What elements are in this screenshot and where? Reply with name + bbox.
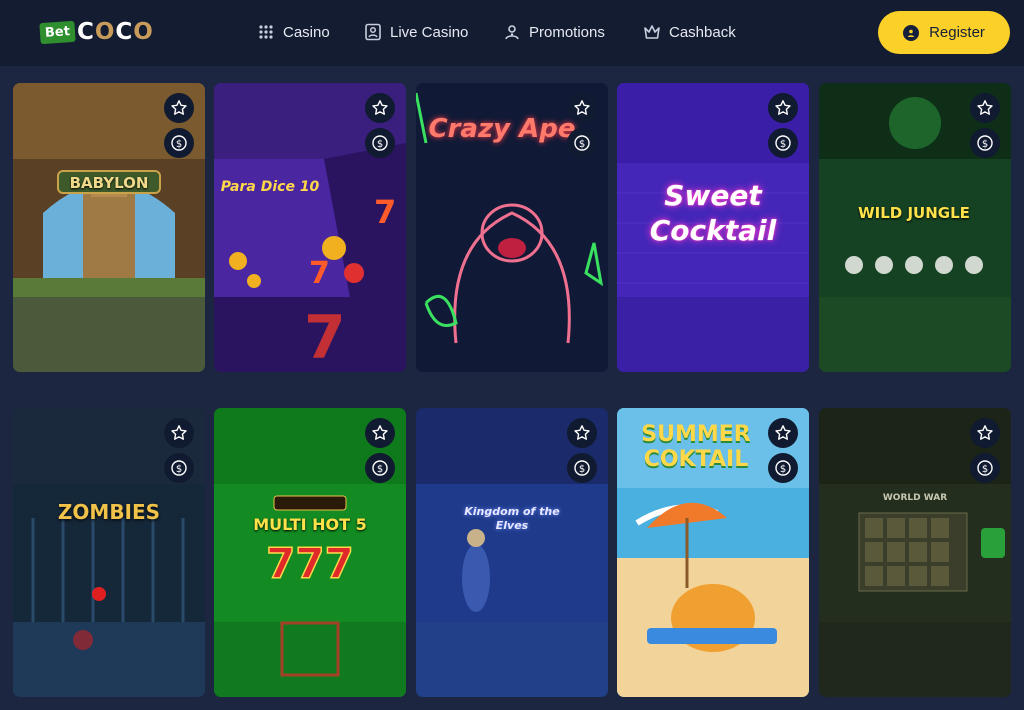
game-title-summer-coktail: SUMMER COKTAIL	[641, 422, 751, 473]
users-icon	[505, 25, 519, 40]
real-money-button[interactable]: $	[164, 128, 194, 158]
svg-text:7: 7	[309, 256, 330, 291]
id-card-icon	[365, 23, 381, 41]
favorite-button[interactable]	[365, 93, 395, 123]
game-title-kingdom-elves: Kingdom of the Elves	[464, 505, 560, 532]
nav-cashback-label: Cashback	[669, 23, 736, 41]
game-title-sweet-cocktail: Sweet Cocktail	[649, 179, 777, 247]
game-title-multi-hot-5: MULTI HOT 5	[253, 515, 367, 534]
nav-promotions[interactable]: Promotions	[503, 20, 605, 44]
star-icon	[775, 100, 791, 115]
favorite-button[interactable]	[768, 418, 798, 448]
star-icon	[574, 100, 590, 115]
dollar-coin-icon: $	[775, 460, 791, 476]
game-title-para-dice: Para Dice 10	[220, 179, 320, 195]
dollar-coin-icon: $	[775, 135, 791, 151]
real-money-button[interactable]: $	[567, 453, 597, 483]
svg-text:7: 7	[374, 193, 396, 231]
star-icon	[372, 425, 388, 440]
svg-text:$: $	[780, 464, 786, 475]
dollar-coin-icon: $	[372, 135, 388, 151]
game-card-zombies[interactable]: ZOMBIES $	[13, 408, 205, 697]
game-art-multi-hot-5: 777	[214, 408, 406, 697]
dollar-coin-icon: $	[171, 460, 187, 476]
user-circle-icon	[903, 24, 920, 41]
logo-wordmark: COCO	[76, 19, 154, 45]
game-title-world-war: WORLD WAR	[882, 493, 948, 503]
register-button[interactable]: Register	[878, 11, 1010, 54]
nav-casino-label: Casino	[283, 23, 330, 41]
game-title-wild-jungle: WILD JUNGLE	[858, 204, 970, 222]
game-art-world-war	[819, 408, 1011, 697]
favorite-button[interactable]	[164, 93, 194, 123]
svg-text:$: $	[579, 139, 585, 150]
star-icon	[372, 100, 388, 115]
dollar-coin-icon: $	[574, 460, 590, 476]
game-card-wild-jungle[interactable]: WILD JUNGLE $	[819, 83, 1011, 372]
star-icon	[775, 425, 791, 440]
game-art-babylon	[13, 83, 205, 372]
svg-text:$: $	[982, 139, 988, 150]
dollar-coin-icon: $	[372, 460, 388, 476]
real-money-button[interactable]: $	[365, 453, 395, 483]
star-icon	[977, 425, 993, 440]
svg-text:$: $	[377, 464, 383, 475]
game-card-para-dice-10[interactable]: 7 7 7 Para Dice 10 $	[214, 83, 406, 372]
svg-text:$: $	[780, 139, 786, 150]
nav-casino[interactable]: Casino	[257, 20, 330, 44]
game-card-summer-coktail[interactable]: SUMMER COKTAIL $	[617, 408, 809, 697]
favorite-button[interactable]	[567, 418, 597, 448]
favorite-button[interactable]	[768, 93, 798, 123]
star-icon	[977, 100, 993, 115]
svg-text:$: $	[176, 464, 182, 475]
register-label: Register	[929, 24, 985, 41]
svg-text:$: $	[377, 139, 383, 150]
game-card-multi-hot-5[interactable]: 777 MULTI HOT 5 $	[214, 408, 406, 697]
game-title-zombies: ZOMBIES	[57, 500, 161, 524]
nav-live-casino[interactable]: Live Casino	[364, 20, 468, 44]
dollar-coin-icon: $	[574, 135, 590, 151]
favorite-button[interactable]	[365, 418, 395, 448]
nav-promotions-label: Promotions	[529, 23, 605, 41]
game-art-kingdom-elves	[416, 408, 608, 697]
game-art-wild-jungle	[819, 83, 1011, 372]
real-money-button[interactable]: $	[970, 453, 1000, 483]
star-icon	[574, 425, 590, 440]
real-money-button[interactable]: $	[768, 128, 798, 158]
star-icon	[171, 100, 187, 115]
nav-live-casino-label: Live Casino	[390, 23, 469, 41]
game-card-crazy-ape[interactable]: Crazy Ape $	[416, 83, 608, 372]
svg-text:$: $	[176, 139, 182, 150]
svg-text:$: $	[982, 464, 988, 475]
game-card-kingdom-of-the-elves[interactable]: Kingdom of the Elves $	[416, 408, 608, 697]
favorite-button[interactable]	[970, 93, 1000, 123]
grid-icon	[259, 25, 273, 39]
star-icon	[171, 425, 187, 440]
real-money-button[interactable]: $	[164, 453, 194, 483]
real-money-button[interactable]: $	[365, 128, 395, 158]
game-card-babylon[interactable]: BABYLON $	[13, 83, 205, 372]
real-money-button[interactable]: $	[567, 128, 597, 158]
real-money-button[interactable]: $	[768, 453, 798, 483]
svg-text:777: 777	[266, 539, 354, 588]
nav-cashback[interactable]: Cashback	[643, 20, 736, 44]
game-card-sweet-cocktail[interactable]: Sweet Cocktail $	[617, 83, 809, 372]
game-art-para-dice: 7 7 7	[214, 83, 406, 372]
dollar-coin-icon: $	[171, 135, 187, 151]
favorite-button[interactable]	[567, 93, 597, 123]
real-money-button[interactable]: $	[970, 128, 1000, 158]
logo-bet-badge: Bet	[39, 20, 76, 44]
svg-text:$: $	[579, 464, 585, 475]
dollar-coin-icon: $	[977, 460, 993, 476]
betcoco-logo[interactable]: Bet COCO	[39, 18, 154, 46]
svg-text:7: 7	[304, 303, 346, 372]
game-art-zombies	[13, 408, 205, 697]
crown-icon	[644, 25, 660, 39]
favorite-button[interactable]	[970, 418, 1000, 448]
dollar-coin-icon: $	[977, 135, 993, 151]
top-header: Bet COCO Casino Live Casino Promotions C…	[0, 0, 1024, 66]
favorite-button[interactable]	[164, 418, 194, 448]
game-title-babylon: BABYLON	[69, 174, 149, 192]
game-card-world-war[interactable]: WORLD WAR $	[819, 408, 1011, 697]
